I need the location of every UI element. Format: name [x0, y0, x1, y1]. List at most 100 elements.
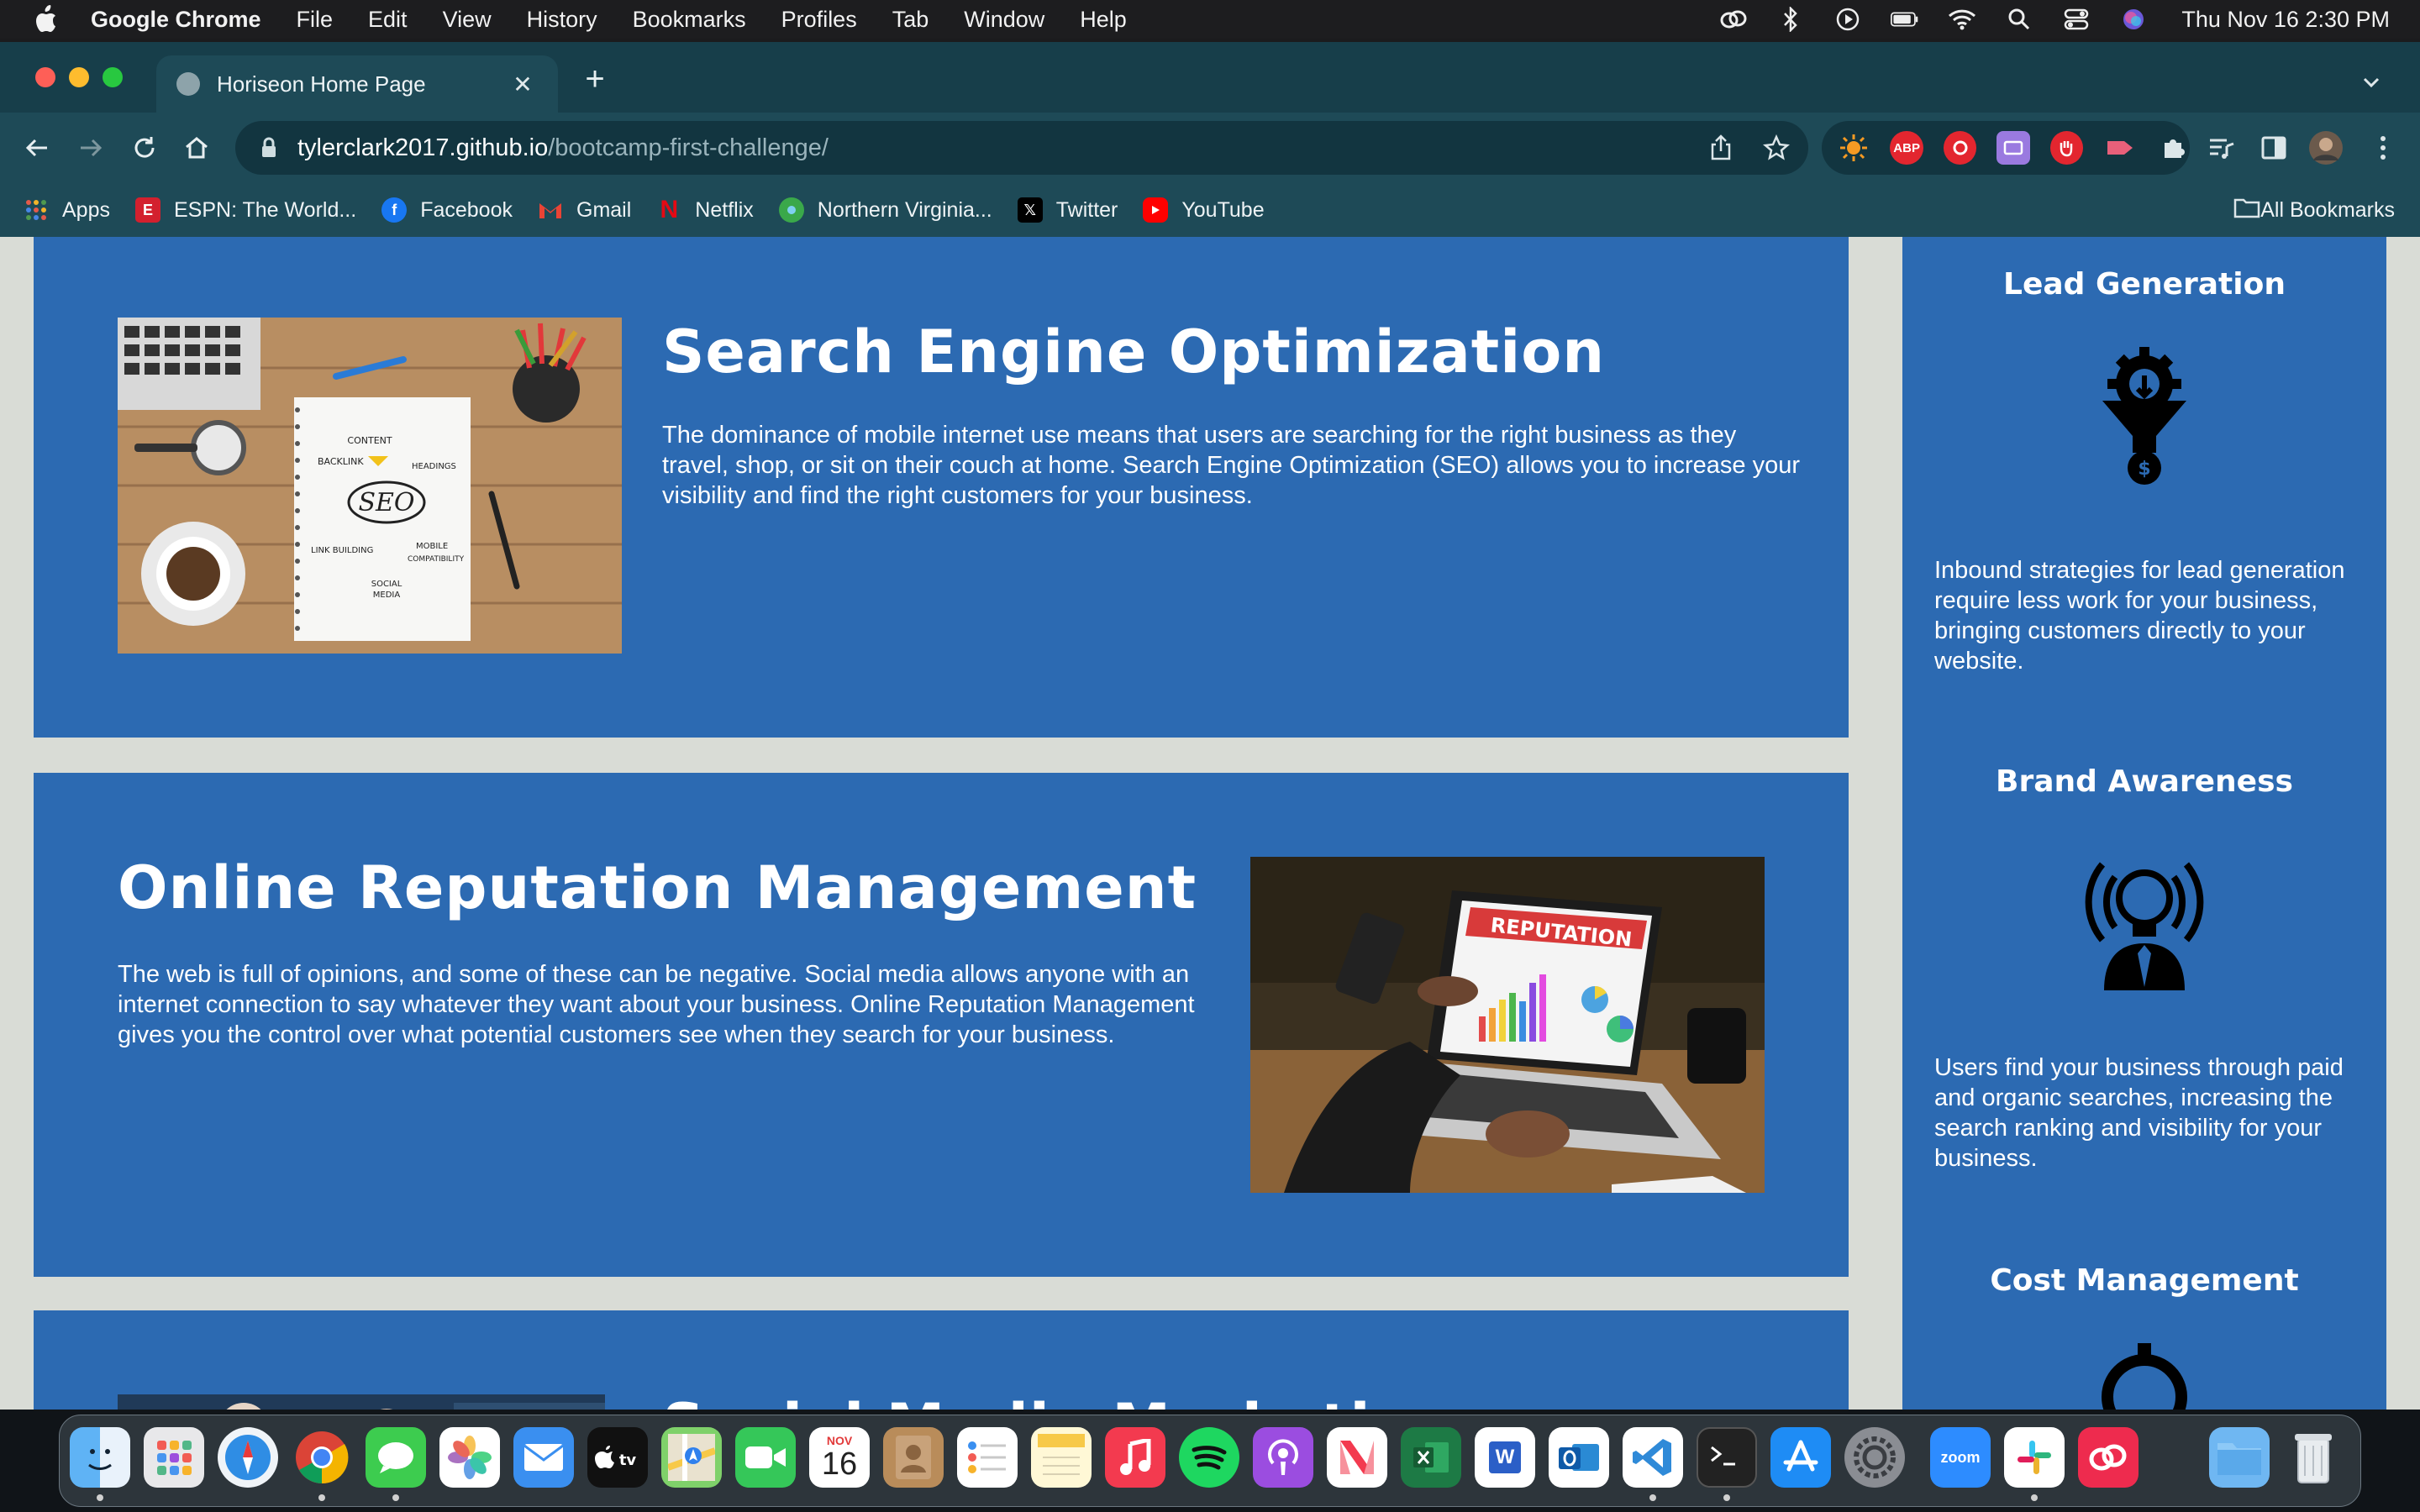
bookmark-gmail[interactable]: Gmail [538, 197, 631, 223]
menu-file[interactable]: File [297, 7, 334, 33]
bookmark-star-icon[interactable] [1761, 133, 1791, 163]
maps-icon[interactable] [661, 1427, 722, 1488]
calendar-icon[interactable]: NOV 16 [809, 1427, 870, 1488]
notes-icon[interactable] [1031, 1427, 1092, 1488]
contacts-icon[interactable] [883, 1427, 944, 1488]
downloads-folder-icon[interactable] [2209, 1427, 2270, 1488]
bookmark-netflix[interactable]: N Netflix [656, 196, 753, 223]
creative-cloud-icon[interactable] [1719, 5, 1748, 34]
control-center-icon[interactable] [2062, 5, 2091, 34]
apple-menu-icon[interactable] [29, 3, 62, 36]
mail-icon[interactable] [513, 1427, 574, 1488]
terminal-icon[interactable] [1697, 1427, 1757, 1488]
reload-icon[interactable] [126, 129, 163, 166]
reminders-icon[interactable] [957, 1427, 1018, 1488]
news-icon[interactable] [1327, 1427, 1387, 1488]
menu-edit[interactable]: Edit [368, 7, 408, 33]
music-icon[interactable] [1105, 1427, 1165, 1488]
tab-horiseon-home-page[interactable]: Horiseon Home Page ✕ [156, 55, 558, 113]
wifi-icon[interactable] [1948, 5, 1976, 34]
menu-bar-clock[interactable]: Thu Nov 16 2:30 PM [2181, 7, 2390, 33]
share-icon[interactable] [1706, 133, 1736, 163]
red-circle-extension-icon[interactable] [1943, 131, 1977, 165]
system-settings-gear-icon[interactable] [1844, 1427, 1905, 1488]
bookmark-twitter[interactable]: 𝕏 Twitter [1017, 197, 1118, 223]
bookmark-youtube[interactable]: YouTube [1143, 197, 1265, 223]
svg-text:$: $ [2138, 459, 2150, 480]
menu-help[interactable]: Help [1080, 7, 1127, 33]
bookmark-facebook[interactable]: f Facebook [381, 197, 513, 223]
menu-app-name[interactable]: Google Chrome [91, 7, 261, 33]
microsoft-excel-icon[interactable] [1401, 1427, 1461, 1488]
svg-text:tv: tv [619, 1452, 637, 1469]
chrome-menu-kebab-icon[interactable] [2365, 129, 2402, 166]
messages-icon[interactable] [366, 1427, 426, 1488]
finder-icon[interactable] [70, 1427, 130, 1488]
running-indicator [392, 1494, 399, 1501]
profile-avatar[interactable] [2307, 129, 2344, 166]
url-path: /bootcamp-first-challenge/ [548, 134, 829, 161]
apple-tv-icon[interactable]: tv [587, 1427, 648, 1488]
spotlight-search-icon[interactable] [2005, 5, 2033, 34]
seo-section: CONTENT BACKLINK HEADINGS SEO LINK BUILD… [34, 237, 1849, 738]
microsoft-word-icon[interactable]: W [1475, 1427, 1535, 1488]
adblock-plus-extension-icon[interactable]: ABP [1890, 131, 1923, 165]
media-play-icon[interactable] [1833, 5, 1862, 34]
bookmark-espn[interactable]: E ESPN: The World... [134, 197, 356, 223]
menu-bookmarks[interactable]: Bookmarks [633, 7, 746, 33]
tab-close-icon[interactable]: ✕ [508, 69, 538, 99]
tab-search-chevron-down-icon[interactable] [2356, 67, 2386, 97]
spotify-icon[interactable] [1179, 1427, 1239, 1488]
menu-window[interactable]: Window [964, 7, 1044, 33]
menu-history[interactable]: History [527, 7, 597, 33]
reading-list-icon[interactable] [2203, 129, 2240, 166]
site-info-lock-icon[interactable] [257, 136, 281, 160]
adobe-creative-cloud-icon[interactable] [2078, 1427, 2139, 1488]
slack-icon[interactable] [2004, 1427, 2065, 1488]
google-chrome-icon[interactable] [292, 1427, 352, 1488]
facetime-icon[interactable] [735, 1427, 796, 1488]
pink-tag-extension-icon[interactable] [2103, 131, 2136, 165]
window-minimize-button[interactable] [69, 67, 89, 87]
seo-notebook-image: CONTENT BACKLINK HEADINGS SEO LINK BUILD… [118, 318, 622, 654]
menu-tab[interactable]: Tab [892, 7, 929, 33]
photos-icon[interactable] [439, 1427, 500, 1488]
nova-icon [778, 197, 804, 223]
all-bookmarks-button[interactable]: All Bookmarks [2233, 197, 2395, 224]
safari-icon[interactable] [218, 1427, 278, 1488]
address-bar[interactable]: tylerclark2017.github.io/bootcamp-first-… [235, 121, 1808, 175]
bluetooth-icon[interactable] [1776, 5, 1805, 34]
hand-stop-extension-icon[interactable] [2049, 131, 2084, 165]
home-icon[interactable] [178, 129, 215, 166]
running-indicator [1649, 1494, 1656, 1501]
macos-menu-bar: Google Chrome File Edit View History Boo… [0, 0, 2420, 39]
bookmark-label: Facebook [420, 197, 513, 222]
orm-paragraph: The web is full of opinions, and some of… [118, 961, 1195, 1048]
zoom-app-icon[interactable]: zoom [1930, 1427, 1991, 1488]
bookmark-apps[interactable]: Apps [24, 197, 110, 223]
new-tab-plus-icon[interactable]: + [578, 62, 612, 97]
extensions-puzzle-icon[interactable] [2157, 131, 2190, 165]
purple-extension-icon[interactable] [1996, 131, 2030, 165]
launchpad-icon[interactable] [144, 1427, 204, 1488]
visual-studio-code-icon[interactable] [1623, 1427, 1683, 1488]
window-close-button[interactable] [35, 67, 55, 87]
siri-icon[interactable] [2119, 5, 2148, 34]
menu-profiles[interactable]: Profiles [781, 7, 857, 33]
bookmark-northern-virginia[interactable]: Northern Virginia... [778, 197, 992, 223]
benefit-text: Inbound strategies for lead generation r… [1934, 557, 2345, 675]
reputation-laptop-image: REPUTATION [1250, 857, 1765, 1193]
side-panel-icon[interactable] [2255, 129, 2292, 166]
app-store-icon[interactable] [1770, 1427, 1831, 1488]
trash-icon[interactable] [2283, 1427, 2344, 1488]
battery-icon[interactable] [1891, 5, 1919, 34]
back-arrow-icon[interactable] [18, 129, 55, 166]
running-indicator [318, 1494, 325, 1501]
benefit-brand-awareness: Brand Awareness Users find your business… [1902, 764, 2386, 1173]
sun-extension-icon[interactable] [1837, 131, 1870, 165]
microsoft-outlook-icon[interactable] [1549, 1427, 1609, 1488]
window-zoom-button[interactable] [103, 67, 123, 87]
menu-view[interactable]: View [443, 7, 492, 33]
podcasts-icon[interactable] [1253, 1427, 1313, 1488]
forward-arrow-icon[interactable] [72, 129, 109, 166]
